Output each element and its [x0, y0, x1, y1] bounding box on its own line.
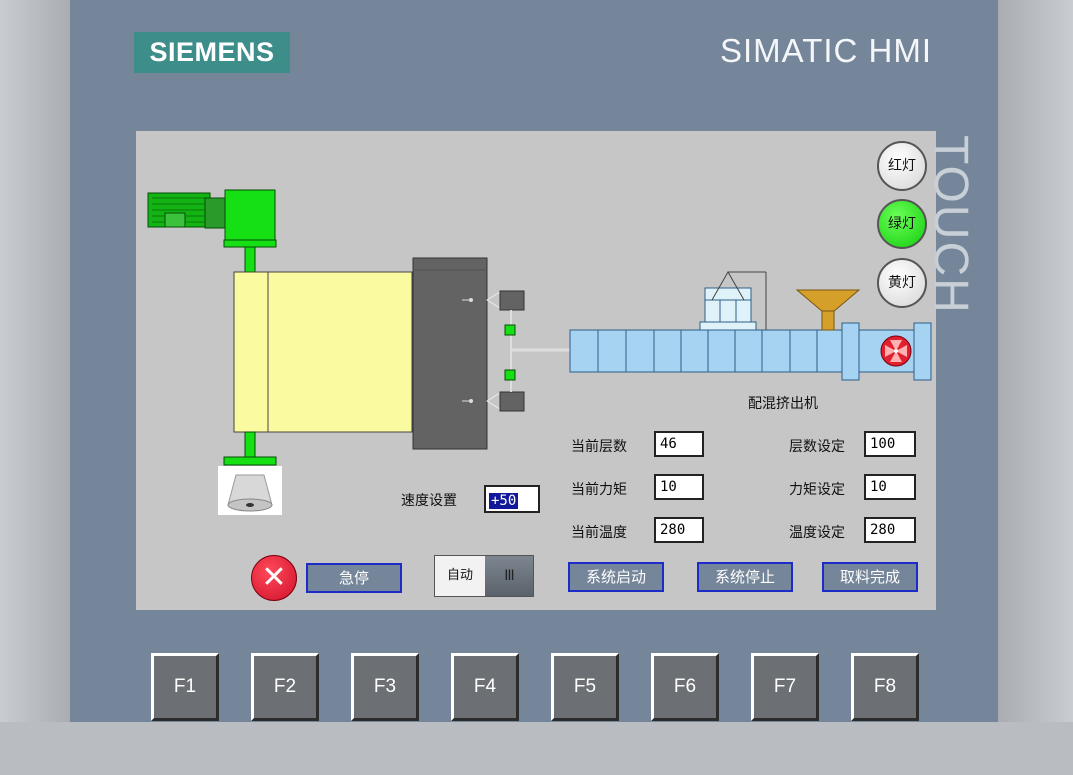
temp-setpoint-input[interactable]: 280 — [864, 517, 916, 543]
switch-knob-icon[interactable]: III — [485, 556, 533, 596]
gear-motor — [147, 189, 277, 273]
winding-drum — [223, 271, 413, 466]
speed-label: 速度设置 — [401, 493, 457, 509]
current-torque-label: 当前力矩 — [571, 482, 627, 498]
extruder-caption: 配混挤出机 — [748, 396, 818, 412]
current-temp-value: 280 — [654, 517, 704, 543]
current-torque-value: 10 — [654, 474, 704, 500]
system-start-button[interactable]: 系统启动 — [568, 562, 664, 592]
red-lamp-indicator: 红灯 — [877, 141, 927, 191]
function-key-f2[interactable]: F2 — [251, 653, 319, 721]
current-temp-label: 当前温度 — [571, 525, 627, 541]
torque-setpoint-label: 力矩设定 — [789, 482, 845, 498]
system-stop-button[interactable]: 系统停止 — [697, 562, 793, 592]
yellow-lamp-indicator: 黄灯 — [877, 258, 927, 308]
function-key-f6[interactable]: F6 — [651, 653, 719, 721]
take-material-done-button[interactable]: 取料完成 — [822, 562, 918, 592]
current-layers-label: 当前层数 — [571, 439, 627, 455]
function-key-f4[interactable]: F4 — [451, 653, 519, 721]
current-layers-value: 46 — [654, 431, 704, 457]
fan-icon — [880, 335, 912, 367]
mode-label: 自动 — [446, 568, 473, 583]
green-lamp-indicator: 绿灯 — [877, 199, 927, 249]
emergency-stop-button[interactable]: 急停 — [306, 563, 402, 593]
material-roll-image — [218, 466, 282, 515]
die-head — [412, 257, 570, 450]
auto-mode-switch[interactable]: 自动 III — [434, 555, 534, 597]
speed-value: +50 — [489, 493, 519, 509]
layers-setpoint-label: 层数设定 — [789, 439, 845, 455]
cooling-unit — [699, 270, 767, 331]
function-key-f3[interactable]: F3 — [351, 653, 419, 721]
temp-setpoint-label: 温度设定 — [789, 525, 845, 541]
emergency-stop-icon[interactable]: ✕ — [251, 555, 297, 601]
function-key-f8[interactable]: F8 — [851, 653, 919, 721]
function-key-f7[interactable]: F7 — [751, 653, 819, 721]
function-key-f1[interactable]: F1 — [151, 653, 219, 721]
layers-setpoint-input[interactable]: 100 — [864, 431, 916, 457]
extruder-barrel — [569, 322, 932, 381]
speed-input[interactable]: +50 — [484, 485, 540, 513]
torque-setpoint-input[interactable]: 10 — [864, 474, 916, 500]
function-key-f5[interactable]: F5 — [551, 653, 619, 721]
